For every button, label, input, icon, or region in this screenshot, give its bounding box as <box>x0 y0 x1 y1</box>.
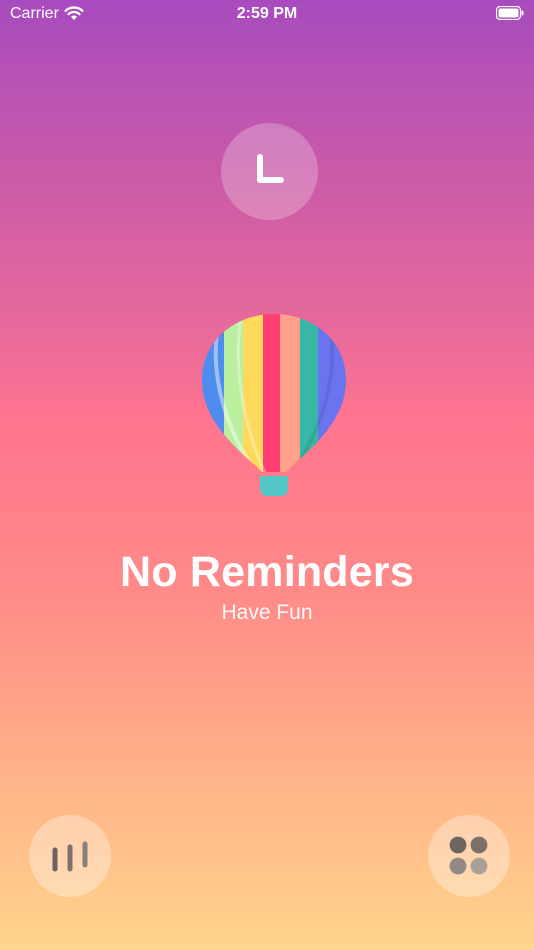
empty-state-subtitle: Have Fun <box>221 601 313 624</box>
reminder-time-button[interactable] <box>221 123 318 220</box>
apps-button[interactable] <box>428 815 510 897</box>
status-bar: Carrier 2:59 PM <box>0 0 534 30</box>
empty-state-title: No Reminders <box>120 548 414 596</box>
reminders-screen: Carrier 2:59 PM No Reminders Have Fun <box>0 0 534 950</box>
clock-icon <box>256 153 284 183</box>
battery-icon <box>496 6 524 20</box>
status-time: 2:59 PM <box>236 5 298 22</box>
statistics-button[interactable] <box>29 815 111 897</box>
hot-air-balloon-icon <box>202 314 346 496</box>
bar-chart-icon <box>52 841 88 872</box>
four-dots-icon <box>449 836 488 875</box>
